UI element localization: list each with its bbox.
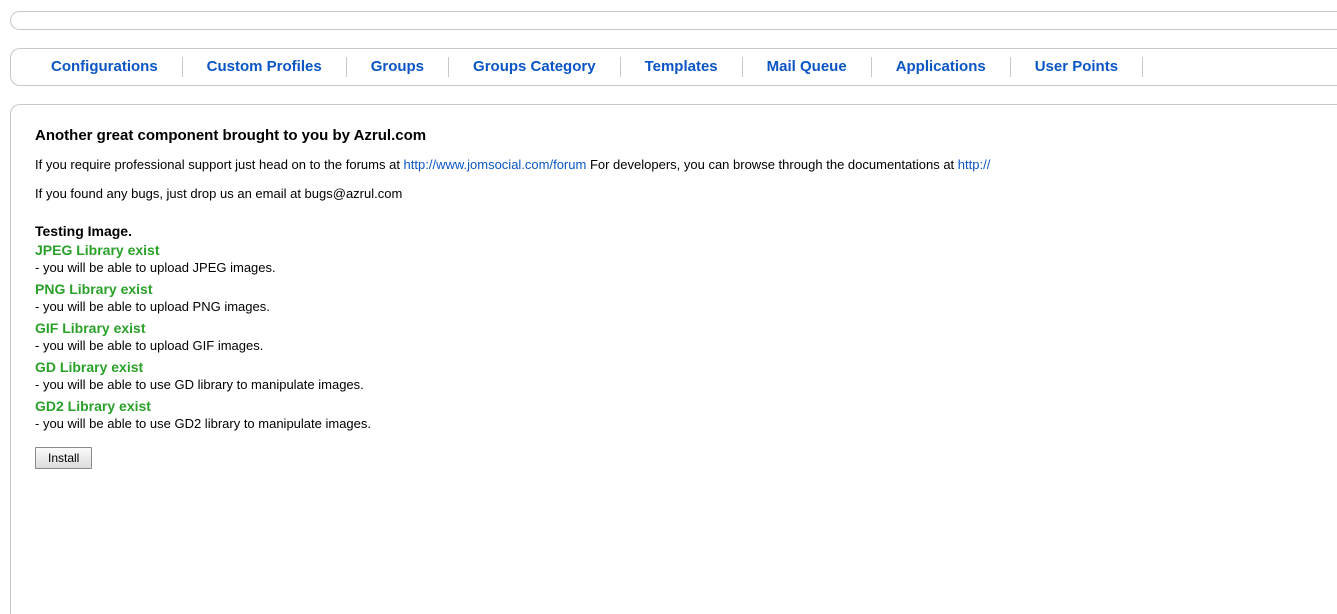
- library-description: - you will be able to use GD library to …: [35, 377, 364, 392]
- library-status-png: PNG Library exist - you will be able to …: [35, 281, 1337, 315]
- nav-configurations[interactable]: Configurations: [33, 57, 183, 77]
- library-name: GD2 Library exist: [35, 398, 151, 414]
- library-description: - you will be able to upload JPEG images…: [35, 260, 276, 275]
- support-middle-text: For developers, you can browse through t…: [586, 157, 958, 172]
- content-panel: Another great component brought to you b…: [10, 104, 1337, 614]
- library-status-gd2: GD2 Library exist - you will be able to …: [35, 398, 1337, 432]
- nav-user-points[interactable]: User Points: [1035, 57, 1144, 77]
- library-status-jpeg: JPEG Library exist - you will be able to…: [35, 242, 1337, 276]
- forum-link[interactable]: http://www.jomsocial.com/forum: [404, 157, 587, 172]
- nav-templates[interactable]: Templates: [645, 57, 743, 77]
- bugs-paragraph: If you found any bugs, just drop us an e…: [35, 186, 403, 201]
- admin-nav-bar: Configurations Custom Profiles Groups Gr…: [10, 48, 1337, 86]
- library-name: PNG Library exist: [35, 281, 153, 297]
- nav-groups[interactable]: Groups: [371, 57, 450, 77]
- support-prefix-text: If you require professional support just…: [35, 157, 404, 172]
- top-bar: [10, 11, 1337, 30]
- library-status-gd: GD Library exist - you will be able to u…: [35, 359, 1337, 393]
- nav-groups-category[interactable]: Groups Category: [473, 57, 621, 77]
- testing-image-title: Testing Image.: [35, 223, 132, 239]
- library-name: JPEG Library exist: [35, 242, 160, 258]
- library-name: GIF Library exist: [35, 320, 146, 336]
- library-description: - you will be able to upload GIF images.: [35, 338, 264, 353]
- nav-custom-profiles[interactable]: Custom Profiles: [207, 57, 347, 77]
- nav-mail-queue[interactable]: Mail Queue: [767, 57, 872, 77]
- library-description: - you will be able to upload PNG images.: [35, 299, 270, 314]
- docs-link[interactable]: http://: [958, 157, 991, 172]
- nav-applications[interactable]: Applications: [896, 57, 1011, 77]
- install-button[interactable]: Install: [35, 447, 93, 469]
- support-paragraph: If you require professional support just…: [35, 157, 1337, 172]
- library-description: - you will be able to use GD2 library to…: [35, 416, 371, 431]
- library-name: GD Library exist: [35, 359, 144, 375]
- intro-heading: Another great component brought to you b…: [35, 127, 427, 144]
- library-status-gif: GIF Library exist - you will be able to …: [35, 320, 1337, 354]
